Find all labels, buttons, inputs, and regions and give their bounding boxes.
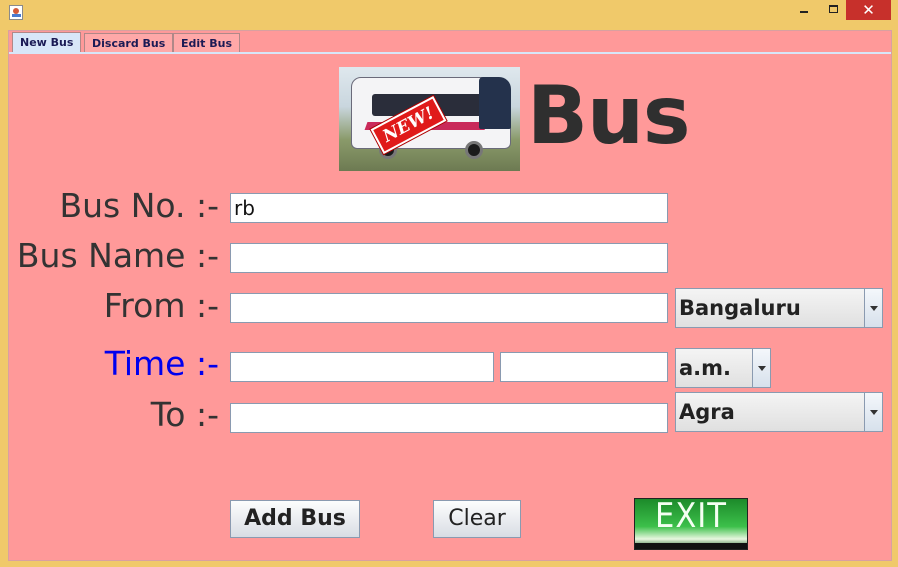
bus-no-label: Bus No. :- [59,186,219,225]
time-label: Time :- [104,344,219,383]
bus-name-label: Bus Name :- [16,236,219,275]
chevron-down-icon[interactable] [864,289,882,327]
clear-button[interactable]: Clear [433,500,521,538]
meridiem-select[interactable]: a.m. [675,348,771,388]
from-city-select[interactable]: Bangaluru [675,288,883,328]
to-input[interactable] [230,403,668,433]
bus-image: NEW! [339,67,520,171]
bus-wheel [465,141,483,159]
maximize-icon [829,5,838,13]
time-hour-input[interactable] [230,352,494,382]
bus-front [479,77,511,129]
tab-edit-bus[interactable]: Edit Bus [173,33,241,52]
minimize-icon [800,11,808,13]
title-bar: ✕ [0,0,898,26]
bus-name-input[interactable] [230,243,668,273]
time-minute-input[interactable] [500,352,668,382]
from-label: From :- [103,286,219,325]
to-city-select[interactable]: Agra [675,392,883,432]
tab-strip: New Bus Discard Bus Edit Bus [9,31,891,54]
maximize-button[interactable] [820,0,848,20]
close-button[interactable]: ✕ [846,0,891,20]
to-label: To :- [150,395,219,434]
page-title: Bus [527,69,691,162]
chevron-down-icon[interactable] [864,393,882,431]
minimize-button[interactable] [790,0,818,20]
from-city-value: Bangaluru [679,296,801,320]
java-app-icon [9,5,23,20]
to-city-value: Agra [679,400,735,424]
chevron-down-icon[interactable] [752,349,770,387]
add-bus-button[interactable]: Add Bus [230,500,360,538]
bus-no-input[interactable] [230,193,668,223]
exit-sign-base [635,543,747,549]
exit-label: EXIT [655,496,727,536]
exit-button[interactable]: EXIT [634,498,748,550]
tab-new-bus[interactable]: New Bus [12,32,82,53]
main-panel: New Bus Discard Bus Edit Bus NEW! Bus Bu… [8,30,892,561]
meridiem-value: a.m. [679,356,732,380]
tab-underline [9,52,891,54]
from-input[interactable] [230,293,668,323]
tab-discard-bus[interactable]: Discard Bus [84,33,174,52]
close-icon: ✕ [862,1,875,19]
